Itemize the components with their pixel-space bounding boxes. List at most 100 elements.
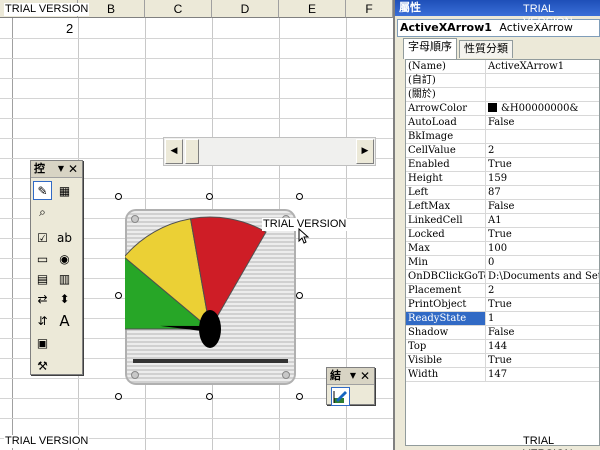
- property-value[interactable]: 159: [488, 172, 599, 185]
- property-value[interactable]: True: [488, 354, 599, 367]
- property-row[interactable]: CellValue 2: [406, 144, 599, 158]
- more-controls-button[interactable]: ⚒: [33, 356, 52, 375]
- label-button[interactable]: A: [55, 311, 74, 330]
- property-row[interactable]: BkImage: [406, 130, 599, 144]
- property-value[interactable]: 144: [488, 340, 599, 353]
- property-row[interactable]: Min 0: [406, 256, 599, 270]
- property-row[interactable]: (關於): [406, 88, 599, 102]
- property-value[interactable]: 0: [488, 256, 599, 269]
- scroll-thumb[interactable]: [185, 139, 199, 164]
- selection-handle[interactable]: [115, 292, 122, 299]
- property-name: Left: [406, 186, 486, 199]
- scroll-left-arrow-icon[interactable]: ◀: [165, 139, 183, 164]
- property-value[interactable]: &H00000000&: [488, 102, 599, 115]
- property-value[interactable]: ActiveXArrow1: [488, 60, 599, 73]
- selection-handle[interactable]: [206, 193, 213, 200]
- scrollbar-control[interactable]: ◀ ▶: [163, 137, 376, 166]
- gauge-control[interactable]: [125, 209, 296, 385]
- property-value-text: 0: [488, 257, 495, 268]
- exit-design-toolbar-title[interactable]: 結 ▼ ✕: [327, 368, 374, 385]
- property-row[interactable]: (Name) ActiveXArrow1: [406, 60, 599, 74]
- close-icon[interactable]: ✕: [68, 161, 78, 177]
- property-row[interactable]: Width 147: [406, 368, 599, 382]
- selection-handle[interactable]: [206, 393, 213, 400]
- column-header-c[interactable]: C: [145, 0, 212, 18]
- properties-window[interactable]: 屬性 ActiveXArrow1 ActiveXArrow 字母順序 性質分類 …: [393, 0, 600, 450]
- command-button-button[interactable]: ▭: [33, 249, 52, 268]
- checkbox-button[interactable]: ☑: [33, 228, 52, 247]
- column-header-e[interactable]: E: [279, 0, 346, 18]
- property-row[interactable]: PrintObject True: [406, 298, 599, 312]
- exit-design-mode-button[interactable]: [331, 387, 350, 406]
- watermark-bottom-right: TRIAL VERSION: [523, 435, 573, 450]
- scrollbar-button[interactable]: ⇵: [33, 311, 52, 330]
- listbox-button[interactable]: ▤: [33, 269, 52, 288]
- selection-handle[interactable]: [296, 393, 303, 400]
- property-value[interactable]: False: [488, 116, 599, 129]
- property-value[interactable]: 147: [488, 368, 599, 381]
- property-value[interactable]: False: [488, 326, 599, 339]
- property-value[interactable]: 1: [488, 312, 599, 325]
- spin-button-button[interactable]: ⬍: [55, 289, 74, 308]
- dropdown-arrow-icon[interactable]: ▼: [350, 368, 356, 384]
- scroll-right-arrow-icon[interactable]: ▶: [356, 139, 374, 164]
- tab-categorized[interactable]: 性質分類: [459, 40, 513, 58]
- property-row[interactable]: Placement 2: [406, 284, 599, 298]
- property-row[interactable]: LeftMax False: [406, 200, 599, 214]
- property-value-text: True: [488, 299, 512, 310]
- tab-alphabetic[interactable]: 字母順序: [403, 38, 457, 59]
- view-code-button[interactable]: ⌕: [33, 203, 52, 222]
- property-grid[interactable]: (Name) ActiveXArrow1 (自訂) (關於) ArrowColor &H0…: [405, 59, 600, 446]
- image-button[interactable]: ▣: [33, 333, 52, 352]
- close-icon[interactable]: ✕: [360, 368, 370, 384]
- textbox-button[interactable]: ab: [55, 228, 74, 247]
- selection-handle[interactable]: [296, 292, 303, 299]
- property-value[interactable]: 87: [488, 186, 599, 199]
- property-value[interactable]: D:\Documents and Settings: [488, 270, 599, 283]
- property-value[interactable]: 2: [488, 144, 599, 157]
- property-row[interactable]: Visible True: [406, 354, 599, 368]
- property-value[interactable]: A1: [488, 214, 599, 227]
- property-value[interactable]: True: [488, 158, 599, 171]
- property-row[interactable]: OnDBClickGoToD:\Documents and Settings: [406, 270, 599, 284]
- property-row[interactable]: ReadyState 1: [406, 312, 599, 326]
- property-row[interactable]: Locked True: [406, 228, 599, 242]
- property-row[interactable]: AutoLoad False: [406, 116, 599, 130]
- property-value[interactable]: 100: [488, 242, 599, 255]
- exit-design-toolbar[interactable]: 結 ▼ ✕: [326, 367, 375, 406]
- column-header-f[interactable]: F: [346, 0, 393, 18]
- selection-handle[interactable]: [296, 193, 303, 200]
- property-value[interactable]: [488, 74, 599, 87]
- property-row[interactable]: Enabled True: [406, 158, 599, 172]
- properties-button[interactable]: ▦: [55, 181, 74, 200]
- property-value[interactable]: [488, 88, 599, 101]
- property-value[interactable]: True: [488, 228, 599, 241]
- option-button-button[interactable]: ◉: [55, 249, 74, 268]
- selection-handle[interactable]: [115, 393, 122, 400]
- column-header-d[interactable]: D: [212, 0, 279, 18]
- property-value[interactable]: False: [488, 200, 599, 213]
- control-toolbox-title[interactable]: 控 ▼ ✕: [31, 161, 82, 178]
- property-row[interactable]: Max 100: [406, 242, 599, 256]
- control-toolbox[interactable]: 控 ▼ ✕ ✎ ▦ ⌕ ☑ ab ▭ ◉ ▤ ▥ ⇄ ⬍ ⇵ A ▣ ⚒: [30, 160, 83, 375]
- property-value[interactable]: True: [488, 298, 599, 311]
- property-value-text: 159: [488, 173, 508, 184]
- watermark-top-left: TRIAL VERSION: [4, 3, 90, 16]
- property-row[interactable]: Top 144: [406, 340, 599, 354]
- toggle-button-button[interactable]: ⇄: [33, 289, 52, 308]
- property-row[interactable]: ArrowColor &H00000000&: [406, 102, 599, 116]
- cell-a1-value[interactable]: 2: [66, 21, 73, 36]
- worksheet[interactable]: B C D E F 2 ◀ ▶ 控 ▼ ✕ ✎ ▦ ⌕ ☑ ab ▭ ◉ ▤ ▥…: [0, 0, 393, 450]
- selection-handle[interactable]: [115, 193, 122, 200]
- property-row[interactable]: Height 159: [406, 172, 599, 186]
- property-value[interactable]: [488, 130, 599, 143]
- design-mode-button[interactable]: ✎: [33, 181, 52, 200]
- property-value[interactable]: 2: [488, 284, 599, 297]
- property-row[interactable]: LinkedCell A1: [406, 214, 599, 228]
- property-row[interactable]: (自訂): [406, 74, 599, 88]
- dropdown-arrow-icon[interactable]: ▼: [58, 161, 64, 177]
- property-row[interactable]: Shadow False: [406, 326, 599, 340]
- property-value-text: D:\Documents and Settings: [488, 271, 599, 282]
- property-row[interactable]: Left 87: [406, 186, 599, 200]
- combobox-button[interactable]: ▥: [55, 269, 74, 288]
